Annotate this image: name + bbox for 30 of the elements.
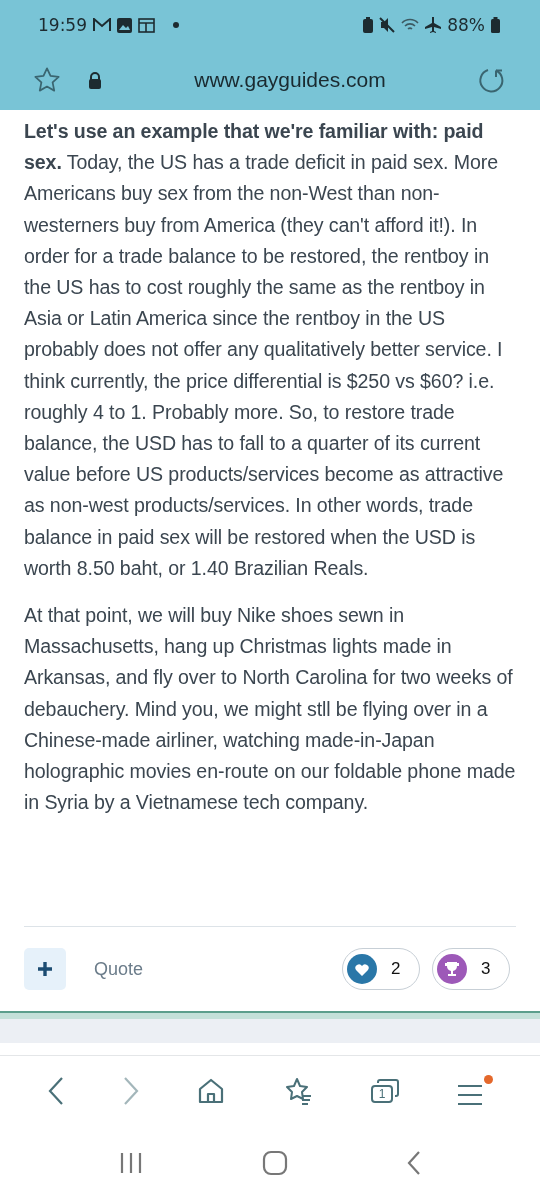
mail-icon: [93, 18, 111, 32]
home-button[interactable]: [262, 1150, 288, 1176]
reaction-button[interactable]: 3: [432, 948, 510, 990]
battery-icon: [491, 17, 500, 33]
mute-icon: [379, 17, 396, 33]
reload-icon[interactable]: [478, 66, 506, 94]
back-button[interactable]: [406, 1150, 421, 1176]
url-text[interactable]: www.gayguides.com: [102, 68, 478, 92]
paragraph: At that point, we will buy Nike shoes sewn in Massachusetts, hang up Christmas lights made in Arkansas, and fly over to North Carolina for two weeks of debauchery. Mind you, we might stll be flying over in a Chinese-made airliner, watching made-in-Japan holographic movies en-route on our foldable phone made in Syria by a Vietnamese tech company.: [24, 603, 516, 816]
reaction-button[interactable]: 2: [342, 948, 420, 990]
dot-icon: [173, 22, 179, 28]
battery-percentage: 88%: [447, 15, 485, 35]
add-button[interactable]: [24, 948, 66, 990]
star-icon[interactable]: [32, 66, 62, 94]
clock: 19:59: [38, 15, 87, 35]
battery-saver-icon: [363, 17, 374, 33]
wifi-icon: [401, 17, 420, 33]
back-button[interactable]: [46, 1076, 65, 1106]
image-icon: [117, 17, 132, 33]
quote-button[interactable]: Quote: [94, 958, 144, 980]
menu-button[interactable]: [457, 1075, 494, 1107]
reaction-count: 2: [391, 959, 401, 979]
reaction-count: 3: [481, 959, 491, 979]
paragraph: Let's use an example that we're familiar with: paid sex. Today, the US has a trade deficit in paid sex. More Americans buy sex from the non-West than non-westerners buy from America (they can't afford it!). In order for a trade balance to be restored, the rentboy in the US has to cost roughly the same as the rentboy in Asia or Latin America since the rentboy in the US probably does not offer any qualitatively better service. I think currently, the price differential is $250 vs $60? i.e. roughly 4 to 1. Probably more. So, to restore trade balance, the USD has to fall to a quarter of its current value before US products/services become as attractive as non-west products/services. In other words, trade balance in paid sex will be restored when the USD is worth 8.50 baht, or 1.40 Brazilian Reals.: [24, 119, 505, 581]
plus-icon: [37, 961, 53, 977]
lock-icon: [88, 71, 102, 89]
recent-apps-button[interactable]: [119, 1152, 144, 1174]
airplane-icon: [425, 17, 442, 33]
home-button[interactable]: [197, 1077, 226, 1105]
calendar-icon: [138, 17, 155, 33]
